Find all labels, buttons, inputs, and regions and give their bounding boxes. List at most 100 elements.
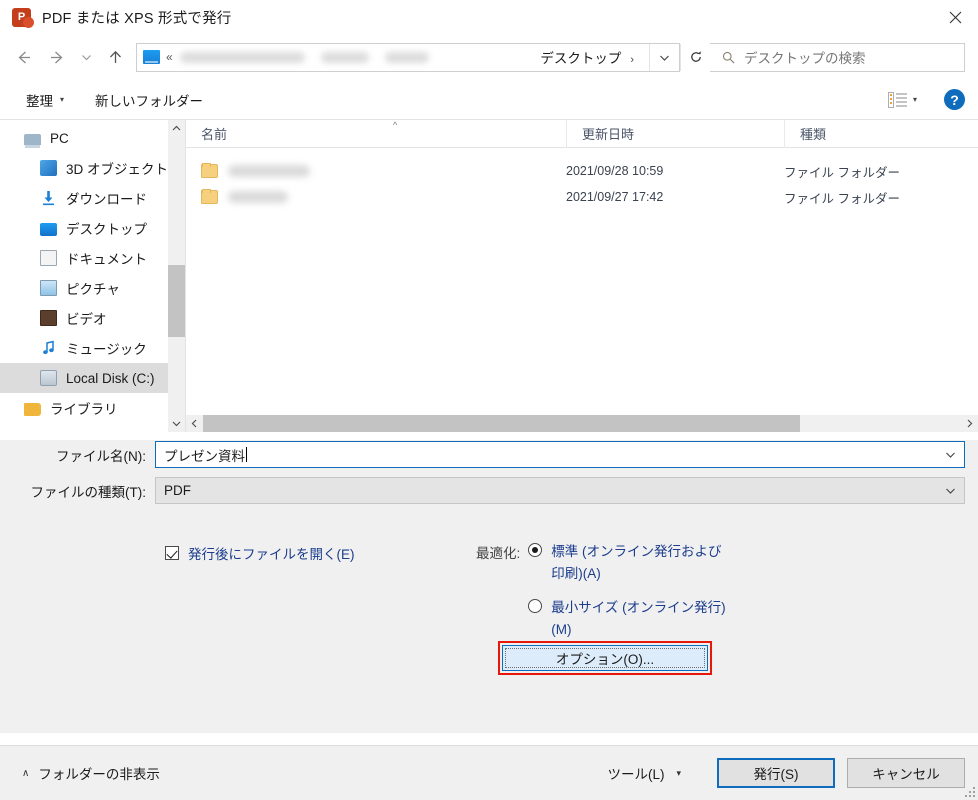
path-overflow-icon[interactable]: «: [166, 50, 173, 64]
radio-standard[interactable]: 標準 (オンライン発行および印刷)(A): [528, 541, 731, 585]
address-bar-row: « デスクトップ › デスクトップの検索: [0, 34, 978, 80]
radio-selected-icon[interactable]: [528, 543, 543, 557]
file-type-cell: ファイル フォルダー: [784, 165, 900, 180]
forward-arrow-icon[interactable]: [40, 40, 74, 74]
filetype-dropdown-icon[interactable]: [936, 478, 964, 503]
view-dropdown-icon[interactable]: ▾: [913, 95, 917, 104]
sidebar-item-label: Local Disk (C:): [66, 370, 155, 386]
recent-locations-icon[interactable]: [74, 40, 98, 74]
text-cursor: [246, 447, 247, 462]
scroll-track[interactable]: [168, 137, 185, 415]
sidebar-item-libraries[interactable]: ライブラリ: [0, 393, 185, 423]
breadcrumb-chevron-icon[interactable]: ›: [630, 54, 634, 66]
filename-dropdown-icon[interactable]: [936, 442, 964, 467]
back-arrow-icon[interactable]: [6, 40, 40, 74]
table-row[interactable]: 2021/09/27 17:42 ファイル フォルダー: [186, 184, 978, 210]
sidebar-item-desktop[interactable]: デスクトップ: [0, 213, 185, 243]
view-options-icon[interactable]: [888, 91, 908, 108]
sidebar-item-music[interactable]: ミュージック: [0, 333, 185, 363]
filetype-row: ファイルの種類(T): PDF: [0, 476, 978, 505]
file-name-cell: [186, 189, 566, 204]
scroll-left-icon[interactable]: [186, 415, 203, 432]
column-header-date[interactable]: 更新日時: [566, 120, 784, 148]
hide-folders-button[interactable]: ∧ フォルダーの非表示: [22, 763, 160, 783]
sidebar-vertical-scrollbar[interactable]: [168, 120, 185, 432]
cancel-button[interactable]: キャンセル: [847, 758, 965, 788]
library-icon: [24, 402, 41, 416]
sidebar-item-3d-objects[interactable]: 3D オブジェクト: [0, 153, 185, 183]
search-placeholder: デスクトップの検索: [744, 51, 866, 66]
radio-standard-label: 標準 (オンライン発行および印刷)(A): [551, 544, 722, 581]
powerpoint-icon: [12, 7, 34, 28]
pc-icon: [24, 133, 41, 145]
navigation-pane: PC 3D オブジェクト ダウンロード デスクトップ ドキュメント ピクチャ ビ…: [0, 120, 185, 432]
options-button-label: オプション(O)...: [555, 652, 655, 667]
publish-button[interactable]: 発行(S): [717, 758, 835, 788]
folder-icon: [201, 189, 218, 204]
up-arrow-icon[interactable]: [98, 40, 132, 74]
organize-button[interactable]: 整理 ▾: [26, 90, 64, 110]
close-icon[interactable]: [932, 0, 978, 34]
file-name-redacted: [228, 165, 310, 177]
filename-value: プレゼン資料: [164, 448, 245, 464]
file-name-redacted: [228, 191, 288, 203]
filename-input[interactable]: プレゼン資料: [155, 441, 965, 468]
sidebar-item-pc[interactable]: PC: [0, 123, 185, 153]
scroll-up-icon[interactable]: [168, 120, 185, 137]
search-icon: [722, 51, 735, 64]
sidebar-item-local-disk-c[interactable]: Local Disk (C:): [0, 363, 185, 393]
resize-grip[interactable]: [964, 786, 975, 797]
file-type-cell: ファイル フォルダー: [784, 191, 900, 206]
scroll-thumb[interactable]: [203, 415, 800, 432]
sidebar-item-videos[interactable]: ビデオ: [0, 303, 185, 333]
address-dropdown-icon[interactable]: [649, 43, 679, 71]
refresh-icon[interactable]: [680, 43, 710, 71]
folder-icon: [201, 163, 218, 178]
sidebar-item-label: ドキュメント: [66, 252, 147, 267]
scroll-down-icon[interactable]: [168, 415, 185, 432]
scroll-right-icon[interactable]: [961, 415, 978, 432]
filename-label: ファイル名(N):: [56, 448, 146, 464]
file-list-horizontal-scrollbar[interactable]: [186, 415, 978, 432]
tools-button[interactable]: ツール(L) ▾: [607, 763, 681, 783]
column-header-name[interactable]: 名前: [186, 120, 566, 148]
checkbox-checked-icon[interactable]: [165, 546, 179, 560]
radio-unselected-icon[interactable]: [528, 599, 543, 613]
column-header-type[interactable]: 種類: [784, 120, 978, 148]
dialog-actions: ツール(L) ▾ 発行(S) キャンセル: [607, 758, 965, 788]
sidebar-item-pictures[interactable]: ピクチャ: [0, 273, 185, 303]
options-block: 発行後にファイルを開く(E) 最適化: 標準 (オンライン発行および印刷)(A)…: [0, 533, 978, 733]
open-after-publish-checkbox[interactable]: 発行後にファイルを開く(E): [165, 543, 355, 563]
sidebar-item-documents[interactable]: ドキュメント: [0, 243, 185, 273]
breadcrumb-current[interactable]: デスクトップ ›: [540, 47, 643, 67]
sidebar-item-label: ダウンロード: [66, 192, 147, 207]
sidebar-item-downloads[interactable]: ダウンロード: [0, 183, 185, 213]
search-input[interactable]: デスクトップの検索: [710, 42, 965, 72]
filetype-select[interactable]: PDF: [155, 477, 965, 504]
downloads-icon: [40, 190, 57, 206]
filetype-value: PDF: [164, 483, 191, 498]
documents-icon: [40, 250, 57, 266]
optimize-caption: 最適化:: [476, 546, 521, 561]
radio-minimum-size[interactable]: 最小サイズ (オンライン発行)(M): [528, 597, 731, 641]
table-row[interactable]: 2021/09/28 10:59 ファイル フォルダー: [186, 158, 978, 184]
videos-icon: [40, 310, 57, 326]
sidebar-item-label: ビデオ: [66, 312, 107, 327]
optimize-radio-list: 標準 (オンライン発行および印刷)(A) 最小サイズ (オンライン発行)(M): [528, 541, 731, 641]
sidebar-item-label: ミュージック: [66, 342, 147, 357]
scroll-thumb[interactable]: [168, 265, 185, 337]
filename-row: ファイル名(N): プレゼン資料: [0, 440, 978, 469]
breadcrumb-label: デスクトップ: [540, 51, 622, 66]
path-segment-redacted[interactable]: [179, 51, 305, 63]
options-button[interactable]: オプション(O)...: [502, 645, 708, 671]
scroll-track[interactable]: [203, 415, 961, 432]
file-name-cell: [186, 163, 566, 178]
path-segment-redacted[interactable]: [384, 51, 429, 63]
filetype-label: ファイルの種類(T):: [30, 484, 147, 500]
path-segment-redacted[interactable]: [320, 51, 369, 63]
address-bar[interactable]: « デスクトップ ›: [136, 42, 680, 72]
help-icon[interactable]: ?: [944, 89, 965, 110]
new-folder-button[interactable]: 新しいフォルダー: [95, 90, 203, 110]
toolbar-right-group: ▾ ?: [888, 89, 965, 110]
disk-icon: [40, 370, 57, 386]
